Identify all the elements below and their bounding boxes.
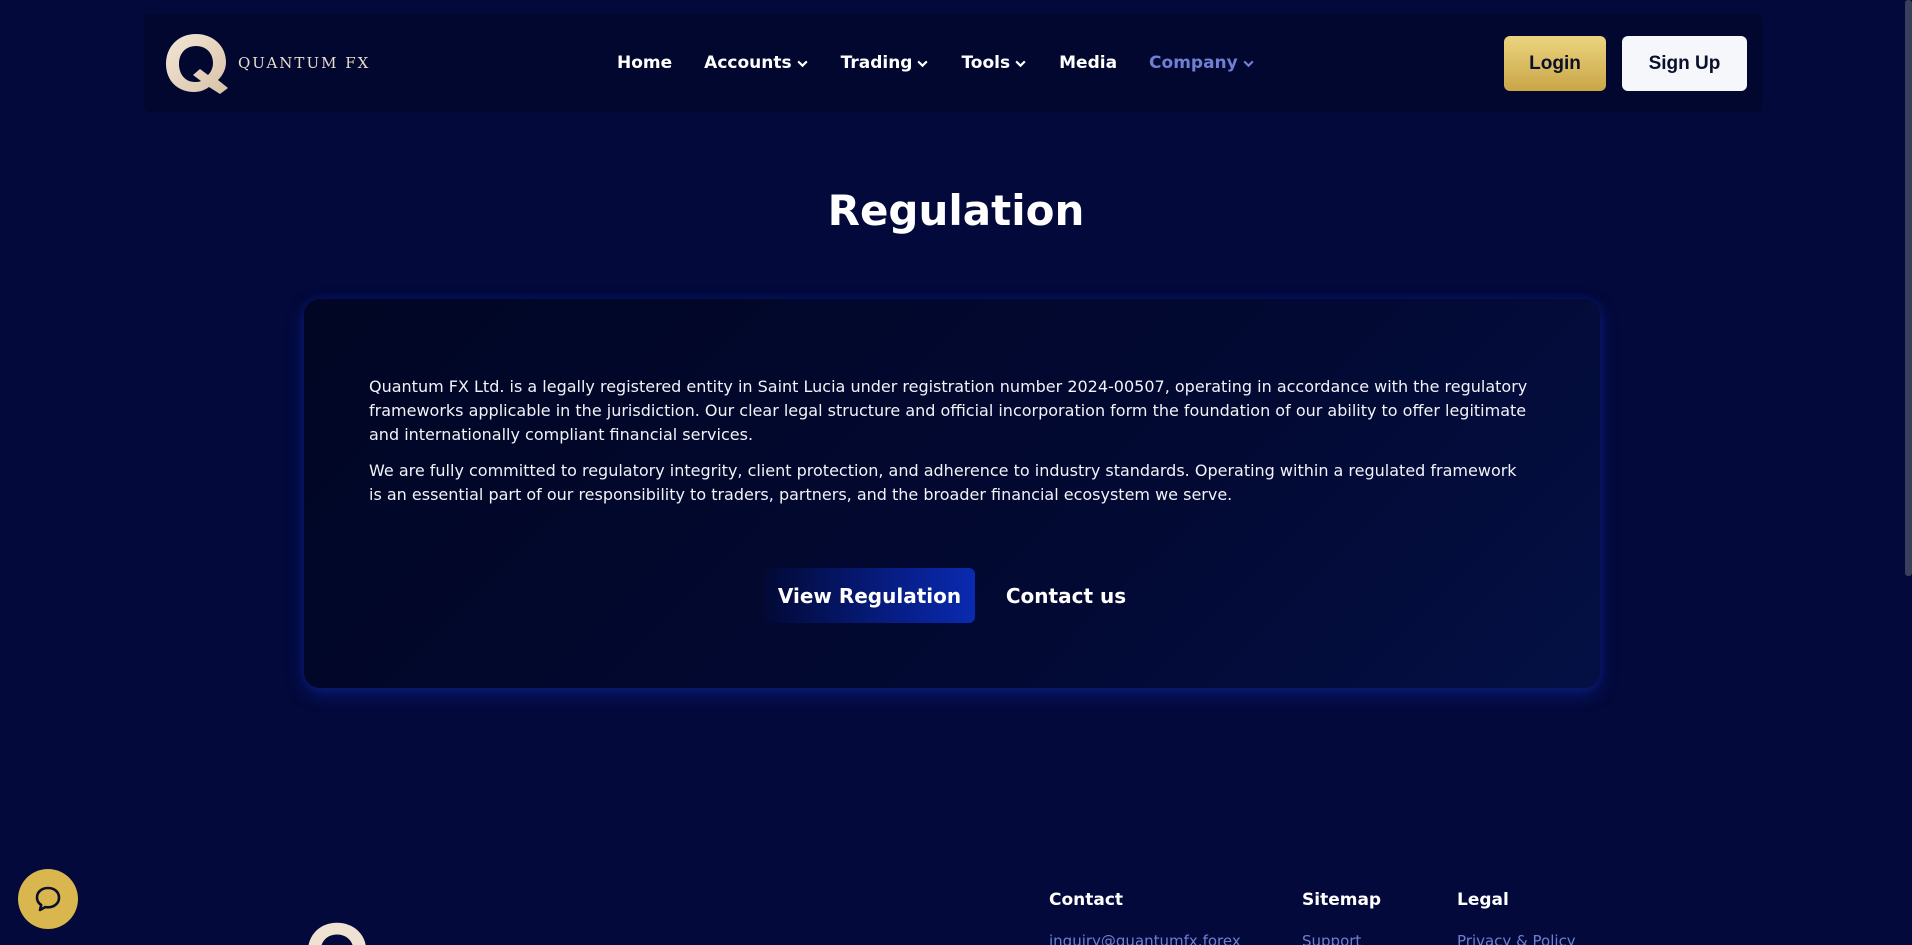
q-logo-icon xyxy=(308,922,366,945)
chat-bubble-icon xyxy=(35,886,61,912)
footer-sitemap-column: Sitemap Support xyxy=(1302,890,1382,945)
nav-item-home[interactable]: Home xyxy=(617,53,672,73)
nav-item-label: Media xyxy=(1059,53,1118,73)
footer-legal-column: Legal Privacy & Policy xyxy=(1457,890,1576,945)
footer-privacy-link[interactable]: Privacy & Policy xyxy=(1457,932,1576,945)
q-logo-icon xyxy=(166,34,228,94)
footer-heading: Legal xyxy=(1457,890,1509,910)
chat-button[interactable] xyxy=(18,869,78,929)
page-title: Regulation xyxy=(827,186,1085,235)
regulation-paragraph: Quantum FX Ltd. is a legally registered … xyxy=(369,377,1528,444)
brand-name: QUANTUM FX xyxy=(238,54,371,72)
footer-logo[interactable] xyxy=(302,918,372,945)
main-nav: Home Accounts Trading Tools Media Compan… xyxy=(617,14,1287,112)
signup-button[interactable]: Sign Up xyxy=(1622,36,1747,91)
brand-logo[interactable]: QUANTUM FX xyxy=(160,30,370,96)
regulation-card: Quantum FX Ltd. is a legally registered … xyxy=(304,299,1600,688)
chevron-down-icon xyxy=(1243,60,1254,67)
site-header: QUANTUM FX Home Accounts Trading Tools M… xyxy=(144,14,1762,112)
regulation-text: Quantum FX Ltd. is a legally registered … xyxy=(369,375,1534,519)
nav-item-label: Trading xyxy=(840,53,913,73)
footer-heading: Sitemap xyxy=(1302,890,1382,910)
contact-us-button[interactable]: Contact us xyxy=(990,568,1142,623)
nav-item-label: Accounts xyxy=(704,53,792,73)
nav-item-company[interactable]: Company xyxy=(1149,53,1255,73)
nav-item-label: Company xyxy=(1149,53,1238,73)
footer-contact-column: Contact inquiry@quantumfx.forex xyxy=(1049,890,1241,945)
chevron-down-icon xyxy=(917,60,929,67)
view-regulation-button[interactable]: View Regulation xyxy=(764,568,975,623)
nav-item-label: Home xyxy=(617,53,673,73)
login-button[interactable]: Login xyxy=(1504,36,1606,91)
chevron-down-icon xyxy=(797,60,808,67)
footer-email-link[interactable]: inquiry@quantumfx.forex xyxy=(1049,932,1241,945)
nav-item-accounts[interactable]: Accounts xyxy=(704,53,808,73)
nav-item-label: Tools xyxy=(961,53,1011,73)
chevron-down-icon xyxy=(1015,60,1026,67)
nav-item-trading[interactable]: Trading xyxy=(841,53,930,73)
regulation-paragraph: We are fully committed to regulatory int… xyxy=(369,461,1517,504)
nav-item-media[interactable]: Media xyxy=(1059,53,1117,73)
nav-item-tools[interactable]: Tools xyxy=(961,53,1027,73)
footer-support-link[interactable]: Support xyxy=(1302,932,1361,945)
footer-heading: Contact xyxy=(1049,890,1124,910)
scrollbar-thumb[interactable] xyxy=(1905,0,1912,576)
page-scrollbar[interactable] xyxy=(1905,0,1912,945)
